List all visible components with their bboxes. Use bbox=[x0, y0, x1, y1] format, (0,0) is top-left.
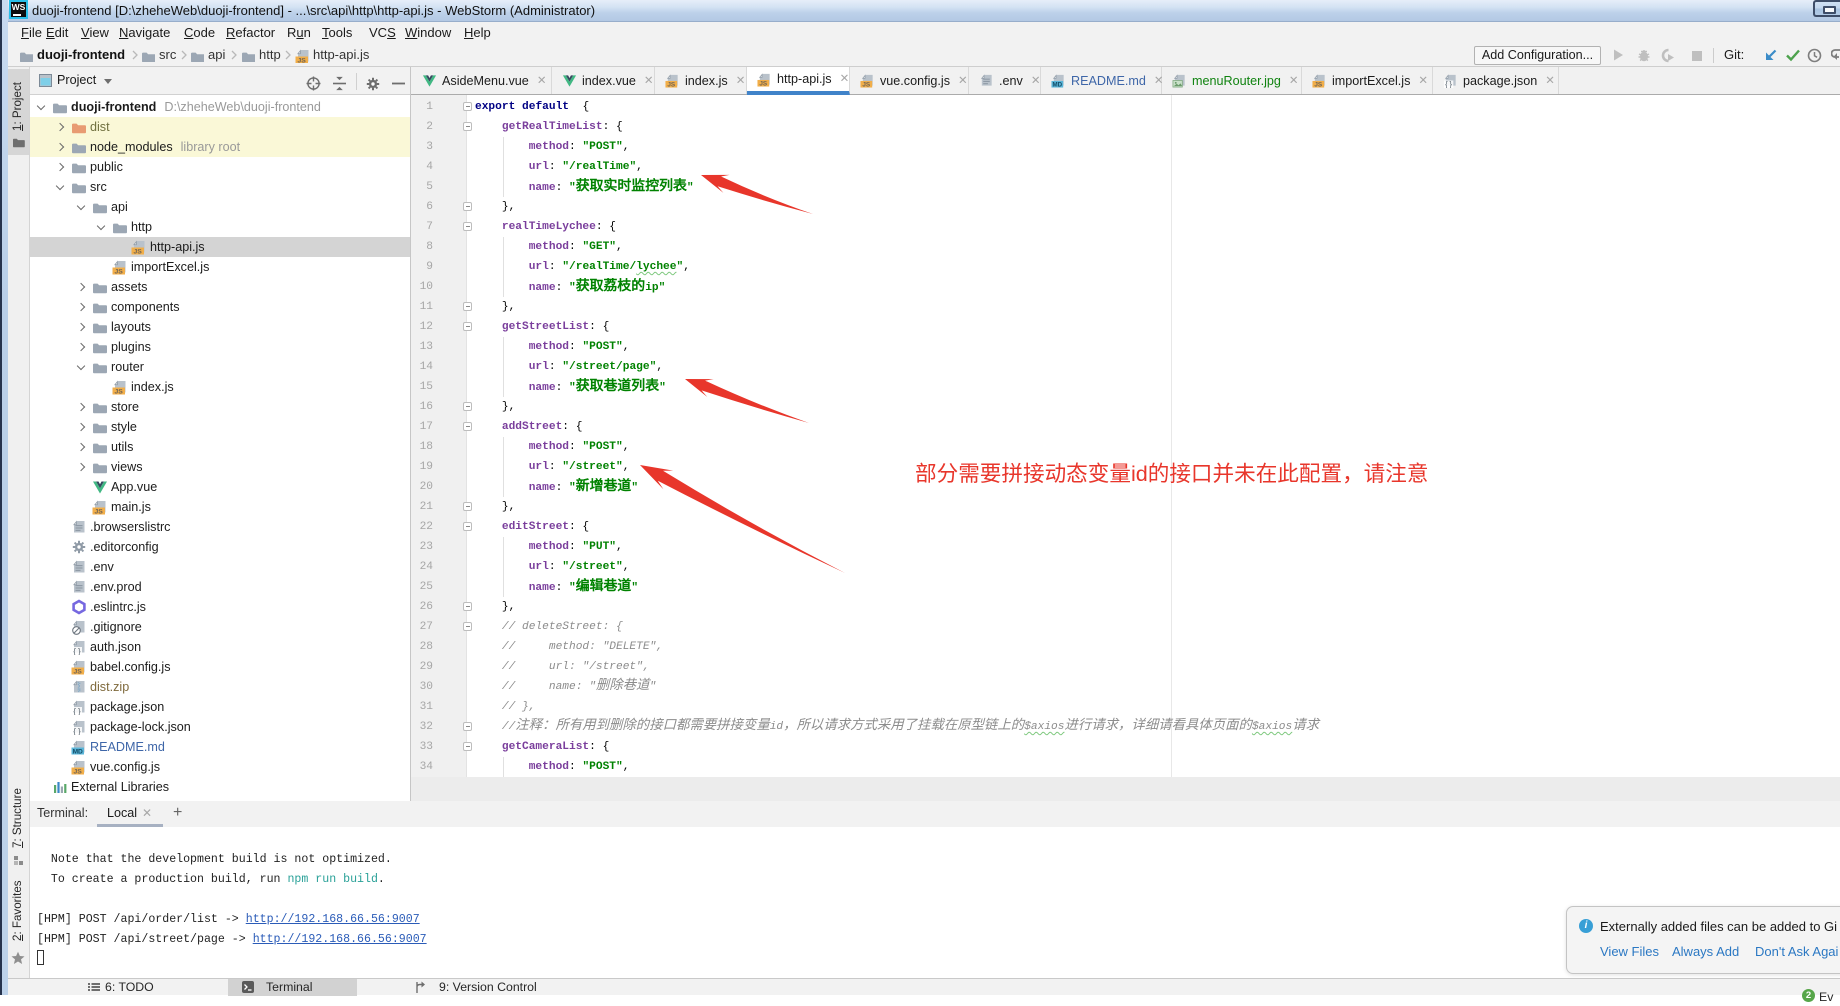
svg-text:{ }: { } bbox=[73, 706, 81, 715]
svg-text:JS: JS bbox=[95, 509, 104, 515]
svg-text:JS: JS bbox=[667, 82, 675, 88]
svg-text:JS: JS bbox=[1314, 82, 1322, 88]
svg-text:{ }: { } bbox=[73, 726, 81, 735]
svg-text:JS: JS bbox=[74, 769, 83, 775]
svg-text:JS: JS bbox=[759, 80, 767, 86]
svg-text:JS: JS bbox=[298, 58, 307, 63]
svg-text:JS: JS bbox=[115, 269, 124, 275]
svg-text:JS: JS bbox=[74, 669, 83, 675]
svg-text:MD: MD bbox=[1052, 82, 1062, 88]
svg-text:MD: MD bbox=[73, 749, 83, 755]
svg-text:JS: JS bbox=[115, 389, 124, 395]
svg-text:JS: JS bbox=[134, 249, 143, 255]
svg-text:{ }: { } bbox=[1445, 80, 1452, 88]
svg-text:JS: JS bbox=[862, 82, 870, 88]
svg-text:{ }: { } bbox=[73, 646, 81, 655]
